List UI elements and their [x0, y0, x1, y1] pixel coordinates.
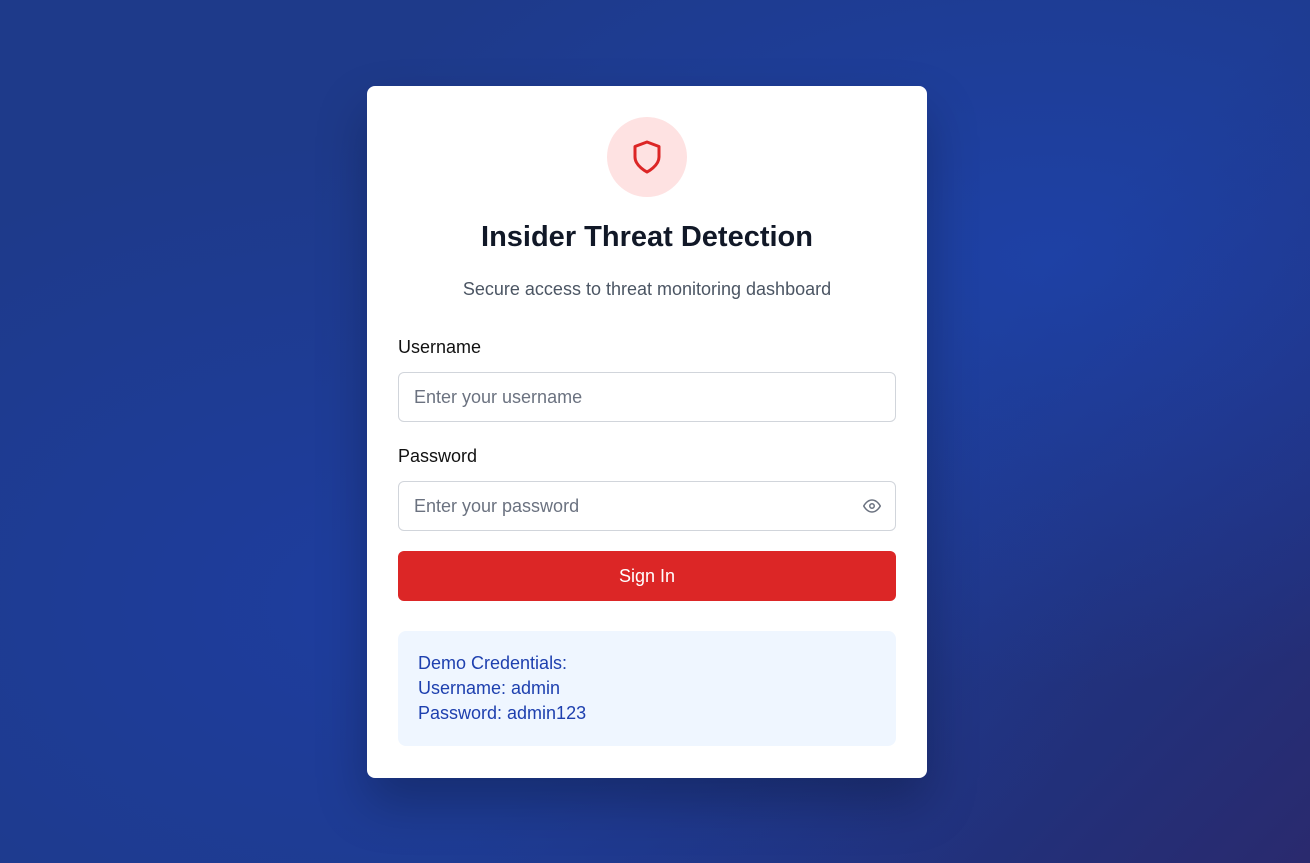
demo-credentials-heading: Demo Credentials:: [418, 653, 568, 673]
shield-icon: [633, 140, 661, 174]
logo-badge: [607, 117, 687, 197]
page-title: Insider Threat Detection: [481, 221, 813, 253]
demo-username: Username: admin: [418, 678, 561, 698]
username-label: Username: [398, 337, 482, 357]
username-input[interactable]: [398, 372, 896, 422]
username-field-wrapper: [398, 372, 896, 422]
login-card: Insider Threat Detection Secure access t…: [367, 86, 927, 778]
page-subtitle: Secure access to threat monitoring dashb…: [462, 279, 832, 299]
demo-credentials-box: Demo Credentials: Username: admin Passwo…: [398, 631, 896, 746]
eye-icon: [863, 499, 881, 513]
password-input[interactable]: [398, 481, 896, 531]
show-password-toggle[interactable]: [862, 496, 882, 516]
sign-in-button[interactable]: Sign In: [398, 551, 896, 601]
demo-password: Password: admin123: [418, 703, 587, 723]
password-field-wrapper: [398, 481, 896, 531]
password-label: Password: [398, 446, 478, 466]
login-form: Username Password Sign In: [398, 336, 896, 601]
